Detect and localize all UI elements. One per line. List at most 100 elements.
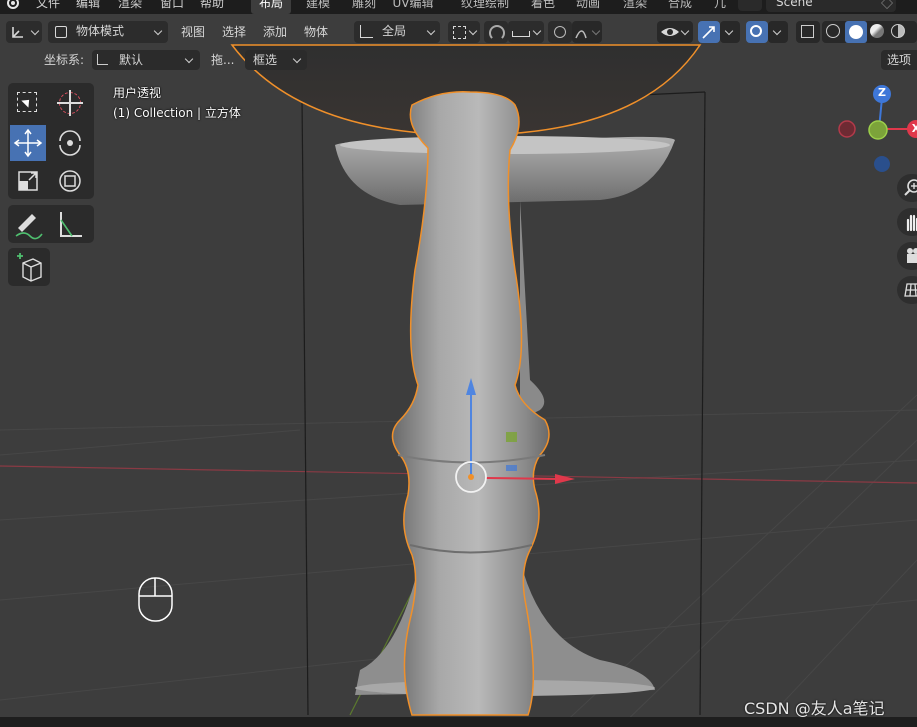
proportional-edit-button[interactable]: [548, 21, 572, 43]
tab-more[interactable]: 几: [710, 0, 730, 14]
back-stem: [520, 200, 545, 420]
transform-tool[interactable]: [52, 163, 88, 199]
tab-texture-paint[interactable]: 纹理绘制: [456, 0, 514, 14]
camera-view-button[interactable]: [897, 242, 917, 270]
cursor-tool[interactable]: [52, 85, 88, 121]
drag-mode-dropdown[interactable]: 框选: [245, 50, 307, 70]
top-menu-bar: 文件 编辑 渲染 窗口 帮助 布局 建模 雕刻 UV编辑 纹理绘制 着色 动画 …: [0, 0, 917, 14]
menu-help[interactable]: 帮助: [200, 0, 224, 12]
ruler-icon: [60, 212, 82, 237]
tab-animation[interactable]: 动画: [570, 0, 606, 14]
falloff-button[interactable]: [572, 21, 602, 43]
menu-add[interactable]: 添加: [263, 23, 287, 41]
menu-render[interactable]: 渲染: [118, 0, 142, 12]
neg-x-handle[interactable]: [838, 120, 856, 138]
pivot-icon: [453, 26, 466, 39]
move-tool[interactable]: [10, 125, 46, 161]
options-dropdown[interactable]: 选项: [881, 50, 917, 70]
tab-modeling[interactable]: 建模: [300, 0, 336, 14]
menu-view[interactable]: 视图: [181, 23, 205, 41]
overlay-icon: [750, 25, 762, 37]
measure-tool[interactable]: [52, 206, 88, 242]
menu-file[interactable]: 文件: [36, 0, 60, 12]
menu-object[interactable]: 物体: [304, 23, 328, 41]
tab-rendering[interactable]: 渲染: [617, 0, 653, 14]
watermark-text: CSDN @友人a笔记: [744, 699, 885, 718]
add-cube-tool[interactable]: [11, 249, 47, 285]
xray-toggle-button[interactable]: [796, 21, 820, 43]
gizmo-arrow-icon: [702, 26, 715, 39]
show-gizmo-button[interactable]: [698, 21, 720, 43]
gizmo-dropdown[interactable]: [720, 21, 740, 43]
snap-toggle-button[interactable]: [484, 21, 508, 43]
rotate-icon: [59, 130, 81, 156]
viewport-header: 物体模式 视图 选择 添加 物体 全局: [0, 19, 917, 45]
move-icon: [13, 128, 43, 158]
eye-icon: [661, 28, 679, 36]
scale-icon: [18, 171, 38, 191]
pivot-point-button[interactable]: [448, 21, 480, 43]
neg-z-handle[interactable]: [874, 156, 890, 172]
coord-system-icon: [97, 54, 108, 65]
blender-logo-icon[interactable]: [6, 0, 20, 10]
falloff-curve-icon: [575, 30, 587, 39]
select-box-tool[interactable]: [10, 85, 46, 121]
mode-label: 物体模式: [76, 24, 125, 38]
mode-selector[interactable]: 物体模式: [48, 21, 168, 43]
options-label: 选项: [887, 53, 912, 67]
collection-info-label: (1) Collection | 立方体: [113, 106, 241, 120]
add-tool-group: [8, 248, 50, 286]
menu-edit[interactable]: 编辑: [76, 0, 100, 12]
rendered-shading-icon[interactable]: [891, 24, 905, 38]
transform-orientation-dropdown[interactable]: 全局: [354, 21, 440, 43]
scene-name-field[interactable]: Scene: [766, 0, 896, 12]
orientation-icon: [360, 25, 373, 38]
scale-tool[interactable]: [10, 163, 46, 199]
material-shading-icon[interactable]: [870, 24, 884, 38]
coord-system-label: 坐标系:: [44, 53, 85, 67]
add-cube-icon: [17, 253, 42, 282]
drag-mode-value: 框选: [253, 53, 278, 67]
editor-type-button[interactable]: [6, 21, 42, 43]
zoom-icon: [904, 179, 917, 196]
mouse-icon: [138, 577, 173, 622]
orientation-label: 全局: [382, 24, 407, 38]
proportional-edit-icon: [554, 26, 566, 38]
show-overlays-button[interactable]: [746, 21, 768, 43]
tab-uv-editing[interactable]: UV编辑: [384, 0, 442, 14]
scene-icon[interactable]: [738, 0, 762, 11]
wireframe-shading-icon[interactable]: [826, 24, 840, 38]
visibility-button[interactable]: [657, 21, 693, 43]
tab-shading[interactable]: 着色: [525, 0, 561, 14]
coord-system-value: 默认: [119, 53, 144, 67]
tab-layout[interactable]: 布局: [251, 0, 291, 14]
camera-icon: [907, 248, 917, 263]
transform-icon: [59, 170, 81, 192]
tool-settings-bar: 坐标系: 默认 拖... 框选 选项: [0, 48, 917, 72]
magnet-icon: [489, 25, 505, 41]
xray-icon: [801, 25, 814, 38]
menu-window[interactable]: 窗口: [160, 0, 184, 12]
perspective-toggle-button[interactable]: [897, 276, 917, 304]
y-handle[interactable]: [868, 120, 888, 140]
tab-compositing[interactable]: 合成: [662, 0, 698, 14]
coord-system-dropdown[interactable]: 默认: [92, 50, 200, 70]
annotate-tool-group: [8, 205, 94, 243]
rotate-tool[interactable]: [52, 125, 88, 161]
menu-select[interactable]: 选择: [222, 23, 246, 41]
status-bar: [0, 717, 917, 727]
tab-sculpting[interactable]: 雕刻: [346, 0, 382, 14]
snap-target-button[interactable]: [508, 21, 544, 43]
drag-label: 拖...: [211, 53, 235, 67]
annotate-tool[interactable]: [10, 206, 46, 242]
overlays-dropdown[interactable]: [768, 21, 788, 43]
zoom-button[interactable]: [897, 174, 917, 202]
axis-editor-icon: [12, 27, 23, 38]
pencil-icon: [15, 214, 43, 240]
view-name-label: 用户透视: [113, 86, 162, 100]
pan-button[interactable]: [897, 208, 917, 236]
snap-increment-icon: [512, 31, 530, 37]
transform-tool-group: [8, 83, 94, 199]
grid-icon: [904, 283, 917, 297]
solid-shading-icon[interactable]: [845, 21, 867, 43]
